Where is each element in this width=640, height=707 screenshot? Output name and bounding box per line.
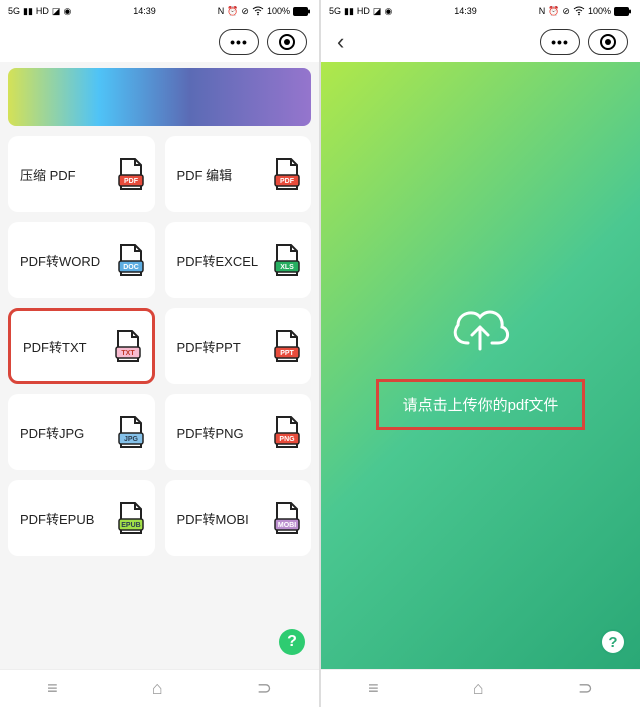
upload-prompt[interactable]: 请点击上传你的pdf文件 xyxy=(376,379,586,430)
card-label: PDF转JPG xyxy=(20,423,84,442)
nav-home-icon[interactable]: ⌂ xyxy=(152,678,163,699)
wifi-icon xyxy=(573,6,585,16)
svg-text:PPT: PPT xyxy=(280,350,294,357)
pdf-file-icon: PDF xyxy=(117,157,145,191)
dots-icon: ••• xyxy=(230,34,248,50)
card-label: PDF转WORD xyxy=(20,251,100,270)
signal-icon: ▮▮ xyxy=(23,6,33,17)
svg-text:XLS: XLS xyxy=(280,264,294,271)
card-ppt[interactable]: PDF转PPT PPT xyxy=(165,308,312,384)
wifi-icon xyxy=(252,6,264,16)
svg-text:DOC: DOC xyxy=(123,264,139,271)
hd-icon: HD xyxy=(36,6,49,16)
top-action-bar: ‹ ••• xyxy=(321,22,640,62)
doc-file-icon: DOC xyxy=(117,243,145,277)
network-label: 5G xyxy=(329,6,341,16)
svg-text:PDF: PDF xyxy=(280,178,295,185)
nfc-icon: N xyxy=(218,6,225,16)
app-icon-2: ◉ xyxy=(63,6,71,17)
clock: 14:39 xyxy=(133,6,156,16)
card-label: PDF转PPT xyxy=(177,337,241,356)
card-pdf[interactable]: 压缩 PDF PDF xyxy=(8,136,155,212)
xls-file-icon: XLS xyxy=(273,243,301,277)
card-label: PDF 编辑 xyxy=(177,165,233,184)
png-file-icon: PNG xyxy=(273,415,301,449)
main-content: 压缩 PDF PDF PDF 编辑 PDF PDF转WORD DOC PDF转EXCEL XL… xyxy=(0,62,319,669)
upload-prompt-text: 请点击上传你的pdf文件 xyxy=(403,397,559,414)
status-bar: 5G ▮▮ HD ◪ ◉ 14:39 N ⏰ ⊘ 100% xyxy=(0,0,319,22)
card-png[interactable]: PDF转PNG PNG xyxy=(165,394,312,470)
phone-screen-right: 5G ▮▮ HD ◪ ◉ 14:39 N ⏰ ⊘ 100% ‹ xyxy=(321,0,640,707)
card-epub[interactable]: PDF转EPUB EPUB xyxy=(8,480,155,556)
battery-pct: 100% xyxy=(588,6,611,16)
target-button[interactable] xyxy=(588,29,628,55)
more-button[interactable]: ••• xyxy=(219,29,259,55)
app-icon-2: ◉ xyxy=(384,6,392,17)
card-label: PDF转MOBI xyxy=(177,509,249,528)
nav-back-icon[interactable]: ⊃ xyxy=(578,678,593,699)
upload-area[interactable]: 请点击上传你的pdf文件 ? xyxy=(321,62,640,669)
nav-bar: ≡ ⌂ ⊃ xyxy=(0,669,319,707)
top-action-bar: ••• xyxy=(0,22,319,62)
txt-file-icon: TXT xyxy=(114,329,142,363)
status-bar: 5G ▮▮ HD ◪ ◉ 14:39 N ⏰ ⊘ 100% xyxy=(321,0,640,22)
help-fab[interactable]: ? xyxy=(600,629,626,655)
help-fab[interactable]: ? xyxy=(279,629,305,655)
back-button[interactable]: ‹ xyxy=(333,29,348,55)
more-button[interactable]: ••• xyxy=(540,29,580,55)
target-icon xyxy=(279,34,295,50)
nav-back-icon[interactable]: ⊃ xyxy=(257,678,272,699)
svg-text:PDF: PDF xyxy=(124,178,139,185)
app-icon: ◪ xyxy=(52,6,61,17)
mobi-file-icon: MOBI xyxy=(273,501,301,535)
svg-text:PNG: PNG xyxy=(279,436,295,443)
network-label: 5G xyxy=(8,6,20,16)
jpg-file-icon: JPG xyxy=(117,415,145,449)
battery-icon xyxy=(614,7,632,16)
banner[interactable] xyxy=(8,68,311,126)
app-icon: ◪ xyxy=(373,6,382,17)
svg-text:MOBI: MOBI xyxy=(278,522,296,529)
target-button[interactable] xyxy=(267,29,307,55)
alarm-icon: ⏰ xyxy=(227,6,238,17)
card-label: PDF转EPUB xyxy=(20,509,94,528)
function-grid: 压缩 PDF PDF PDF 编辑 PDF PDF转WORD DOC PDF转EXCEL XL… xyxy=(8,136,311,556)
question-icon: ? xyxy=(608,634,617,651)
dnd-icon: ⊘ xyxy=(241,6,249,17)
dnd-icon: ⊘ xyxy=(562,6,570,17)
svg-text:EPUB: EPUB xyxy=(121,522,140,529)
card-label: PDF转EXCEL xyxy=(177,251,259,270)
epub-file-icon: EPUB xyxy=(117,501,145,535)
svg-text:TXT: TXT xyxy=(121,350,135,357)
card-txt[interactable]: PDF转TXT TXT xyxy=(8,308,155,384)
nav-home-icon[interactable]: ⌂ xyxy=(473,678,484,699)
pdf-file-icon: PDF xyxy=(273,157,301,191)
clock: 14:39 xyxy=(454,6,477,16)
question-icon: ? xyxy=(287,633,297,651)
card-label: PDF转TXT xyxy=(23,337,87,356)
phone-screen-left: 5G ▮▮ HD ◪ ◉ 14:39 N ⏰ ⊘ 100% ••• xyxy=(0,0,319,707)
nav-menu-icon[interactable]: ≡ xyxy=(47,678,58,699)
card-pdf[interactable]: PDF 编辑 PDF xyxy=(165,136,312,212)
ppt-file-icon: PPT xyxy=(273,329,301,363)
battery-icon xyxy=(293,7,311,16)
dots-icon: ••• xyxy=(551,34,569,50)
card-xls[interactable]: PDF转EXCEL XLS xyxy=(165,222,312,298)
card-jpg[interactable]: PDF转JPG JPG xyxy=(8,394,155,470)
signal-icon: ▮▮ xyxy=(344,6,354,17)
nfc-icon: N xyxy=(539,6,546,16)
card-mobi[interactable]: PDF转MOBI MOBI xyxy=(165,480,312,556)
alarm-icon: ⏰ xyxy=(548,6,559,17)
card-doc[interactable]: PDF转WORD DOC xyxy=(8,222,155,298)
battery-pct: 100% xyxy=(267,6,290,16)
nav-bar: ≡ ⌂ ⊃ xyxy=(321,669,640,707)
target-icon xyxy=(600,34,616,50)
card-label: 压缩 PDF xyxy=(20,165,76,184)
hd-icon: HD xyxy=(357,6,370,16)
cloud-upload-icon xyxy=(448,301,512,355)
card-label: PDF转PNG xyxy=(177,423,244,442)
svg-text:JPG: JPG xyxy=(123,436,138,443)
nav-menu-icon[interactable]: ≡ xyxy=(368,678,379,699)
